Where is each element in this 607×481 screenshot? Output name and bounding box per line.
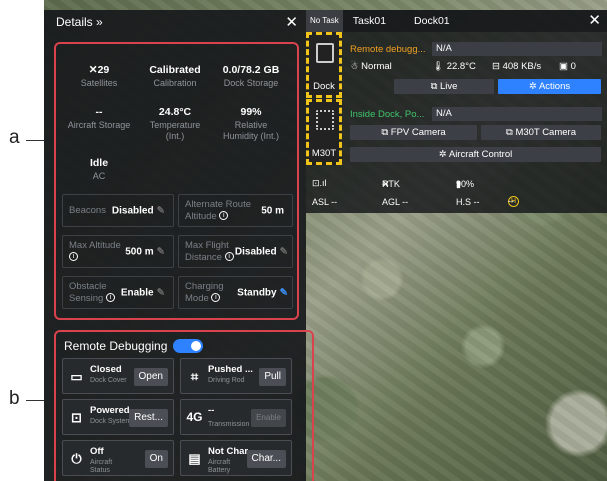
dock-status-value: N/A xyxy=(432,42,602,56)
label-b: b xyxy=(9,388,20,409)
stat-satellites: ✕29 Satellites xyxy=(80,64,118,88)
charging-mode-control[interactable]: Charging Mode i Standby ✎ xyxy=(178,276,293,309)
camera-icon: ⧉ xyxy=(381,127,389,138)
battery-icon: ▤ xyxy=(188,451,201,466)
transmission-card: 4G -- Transmission Enable xyxy=(180,399,292,435)
info-icon[interactable]: i xyxy=(105,293,115,303)
stat-aircraft-storage: -- Aircraft Storage xyxy=(67,106,131,130)
remote-debugging-toggle[interactable] xyxy=(173,339,204,353)
aircraft-battery-card: ▤ Not Char... Aircraft Battery Char... xyxy=(180,440,292,476)
details-panel: Details » ✕ ✕29 Satellites Calibrated Ca… xyxy=(44,10,314,481)
dock-mode: ☃ Normal xyxy=(350,61,392,72)
stat-humidity: 99% Relative Humidity (Int.) xyxy=(222,106,279,141)
live-icon: ⧉ xyxy=(430,81,438,92)
stat-ac: Idle AC xyxy=(89,157,109,181)
dock-cover-icon: ▭ xyxy=(70,369,83,384)
label-a: a xyxy=(9,127,20,148)
details-title[interactable]: Details » xyxy=(56,15,103,29)
figure-root: a b Details » ✕ ✕29 Satellites Calibrate… xyxy=(0,0,607,481)
actions-icon: ✲ xyxy=(528,81,537,92)
agl-readout: AGL -- xyxy=(382,197,409,207)
fpv-camera-button[interactable]: ⧉ FPV Camera xyxy=(350,125,477,140)
driving-rod-icon: ⌗ xyxy=(190,369,199,384)
dock-device-tile[interactable]: Dock xyxy=(306,32,342,98)
close-icon[interactable]: ✕ xyxy=(285,13,298,31)
status-section-a: ✕29 Satellites Calibrated Calibration 0.… xyxy=(54,42,299,320)
network-icon: ⊟ xyxy=(492,61,500,72)
info-icon[interactable]: i xyxy=(224,252,234,262)
obstacle-sensing-control[interactable]: Obstacle Sensing i Enable ✎ xyxy=(62,276,174,309)
transmission-button[interactable]: Enable xyxy=(251,409,286,427)
aircraft-status-card: ⏻ Off Aircraft Status On xyxy=(62,440,174,476)
asl-readout: ASL -- xyxy=(312,197,338,207)
power-icon: ⏻ xyxy=(71,451,82,466)
dock-system-button[interactable]: Rest... xyxy=(129,409,168,427)
stat-temperature: 24.8°C Temperature (Int.) xyxy=(149,106,201,141)
dock-cover-card: ▭ Closed Dock Cover Open xyxy=(62,358,174,394)
info-icon[interactable]: i xyxy=(219,211,229,221)
info-icon[interactable]: i xyxy=(69,252,78,262)
task-topbar: No Task Task01 Dock01 ✕ xyxy=(306,10,607,32)
alternate-route-altitude-control[interactable]: Alternate Route Altitude i 50 m xyxy=(178,194,293,227)
aircraft-power-button[interactable]: On xyxy=(144,450,168,468)
edit-pencil-icon[interactable]: ✎ xyxy=(280,287,288,298)
signal-icon: ⊡.ıl xyxy=(312,178,327,188)
details-header: Details » ✕ xyxy=(44,10,306,34)
driving-rod-button[interactable]: Pull xyxy=(259,368,286,386)
aircraft-control-button[interactable]: ✲ Aircraft Control xyxy=(350,147,601,162)
telemetry-strip: ⊡.ıl RTK ✕ -- ▮ 90% ASL -- AGL -- H.S --… xyxy=(306,175,607,215)
dock-temperature: 🌡︎ 22.8°C xyxy=(432,61,476,72)
dock-mode-icon: ☃ xyxy=(350,61,359,72)
dock-status-title: Remote debugg... xyxy=(350,44,426,55)
stat-dock-storage: 0.0/78.2 GB Dock Storage xyxy=(222,64,280,88)
drone-device-tile[interactable]: M30T xyxy=(306,99,342,165)
remote-debugging-section-b: Remote Debugging ▭ Closed Dock Cover Ope… xyxy=(54,330,314,481)
hs-readout: H.S -- xyxy=(456,197,480,207)
max-flight-distance-control[interactable]: Max Flight Distance i Disabled ✎ xyxy=(178,235,293,268)
4g-icon: 4G xyxy=(186,410,203,424)
edit-pencil-icon[interactable]: ✎ xyxy=(280,246,288,257)
satellite-icon: ✕ xyxy=(88,64,98,76)
edit-pencil-icon[interactable]: ✎ xyxy=(157,287,165,298)
dock-system-card: ⊡ Powered... Dock System Rest... xyxy=(62,399,174,435)
live-button[interactable]: ⧉ Live xyxy=(394,79,494,94)
remote-debugging-header: Remote Debugging xyxy=(64,339,204,353)
close-icon[interactable]: ✕ xyxy=(588,11,601,29)
aircraft-control-icon: ✲ xyxy=(438,149,447,160)
aircraft-battery-button[interactable]: Char... xyxy=(246,450,286,468)
edit-pencil-icon[interactable]: ✎ xyxy=(157,205,165,216)
dock-image-icon xyxy=(316,43,334,63)
thermometer-icon: 🌡︎ xyxy=(432,61,445,72)
info-icon[interactable]: i xyxy=(211,293,221,303)
stat-calibration: Calibrated Calibration xyxy=(149,64,201,88)
dock-count: ▣ 0 xyxy=(559,61,576,72)
drone-status-value: N/A xyxy=(432,107,602,121)
map-background[interactable]: Details » ✕ ✕29 Satellites Calibrated Ca… xyxy=(44,0,607,481)
dock-cover-button[interactable]: Open xyxy=(133,368,168,386)
m30t-camera-button[interactable]: ⧉ M30T Camera xyxy=(481,125,601,140)
actions-button[interactable]: ✲ Actions xyxy=(498,79,601,94)
task-name[interactable]: Task01 xyxy=(353,15,386,27)
dock-name[interactable]: Dock01 xyxy=(414,15,450,27)
edit-pencil-icon[interactable]: ✎ xyxy=(157,246,165,257)
drone-image-icon xyxy=(316,110,334,130)
drone-status-title: Inside Dock, Po... xyxy=(350,109,425,120)
storage-icon: ▣ xyxy=(559,61,568,72)
beacons-control[interactable]: Beacons Disabled ✎ xyxy=(62,194,174,227)
dock-system-icon: ⊡ xyxy=(71,410,82,425)
no-task-badge[interactable]: No Task xyxy=(306,10,343,32)
camera-icon: ⧉ xyxy=(506,127,513,138)
dock-transfer-rate: ⊟ 408 KB/s xyxy=(492,61,542,72)
driving-rod-card: ⌗ Pushed ... Driving Rod Pull xyxy=(180,358,292,394)
max-altitude-control[interactable]: Max Altitude i 500 m ✎ xyxy=(62,235,174,268)
